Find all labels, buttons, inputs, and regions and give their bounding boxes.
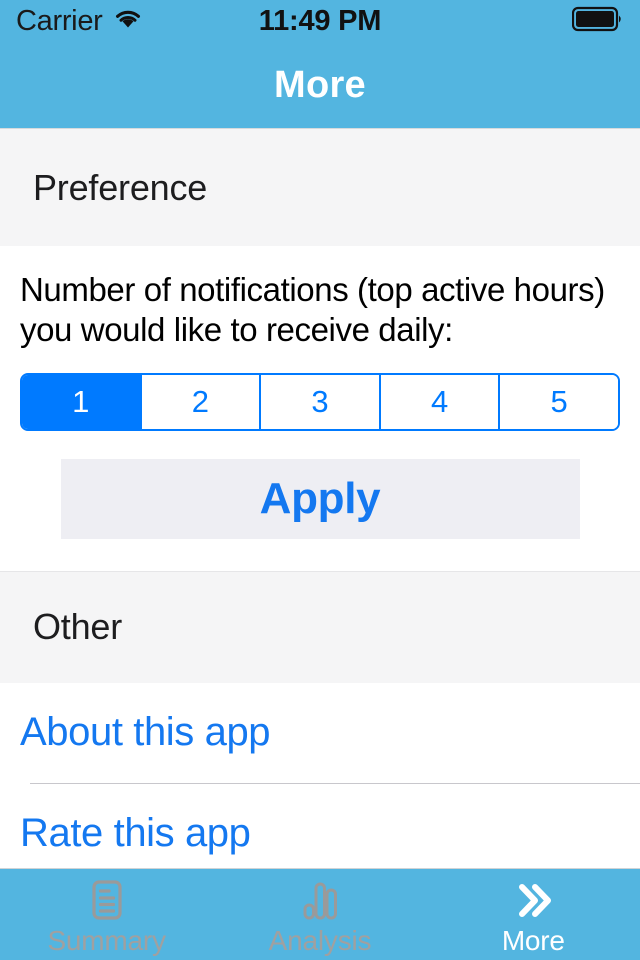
tab-more[interactable]: More [427, 869, 640, 960]
list-item-about-this-app[interactable]: About this app [0, 682, 640, 783]
section-header-preference: Preference [0, 128, 640, 246]
segment-option-4[interactable]: 4 [380, 374, 501, 429]
tab-summary[interactable]: Summary [0, 869, 213, 960]
apply-button[interactable]: Apply [60, 458, 580, 539]
tab-more-label: More [501, 925, 565, 956]
other-list: About this app Rate this app [0, 682, 640, 884]
section-header-preference-label: Preference [33, 166, 208, 208]
segment-option-5[interactable]: 5 [500, 374, 618, 429]
apply-button-container: Apply [0, 458, 640, 539]
tab-summary-label: Summary [47, 925, 166, 956]
document-list-icon [83, 877, 131, 925]
segment-option-2[interactable]: 2 [141, 374, 262, 429]
status-bar-right [571, 6, 624, 37]
status-bar: Carrier 11:49 PM [0, 0, 640, 42]
tab-bar: Summary Analysis More [0, 868, 640, 960]
segment-option-3[interactable]: 3 [261, 374, 381, 429]
apply-button-label: Apply [259, 473, 381, 523]
section-header-other-label: Other [33, 606, 123, 647]
segment-option-1[interactable]: 1 [22, 374, 142, 429]
battery-full-icon [571, 6, 624, 37]
tab-analysis[interactable]: Analysis [213, 869, 426, 960]
double-chevron-right-icon [509, 877, 557, 925]
tab-analysis-label: Analysis [268, 925, 372, 956]
status-bar-time: 11:49 PM [258, 4, 382, 37]
list-item-about-label: About this app [20, 710, 271, 754]
list-item-rate-label: Rate this app [20, 811, 251, 855]
preference-section-body: Number of notifications (top active hour… [0, 246, 640, 571]
bar-chart-icon [296, 877, 344, 925]
content-area: Preference Number of notifications (top … [0, 128, 640, 884]
app-screen: Carrier 11:49 PM More Preference Number … [0, 0, 640, 960]
notification-count-segmented-control[interactable]: 1 2 3 4 5 [20, 372, 620, 431]
notifications-description: Number of notifications (top active hour… [20, 271, 605, 349]
page-title: More [274, 63, 366, 106]
preference-section-spacer [0, 538, 640, 571]
section-header-other: Other [0, 570, 640, 683]
navigation-bar: More [0, 42, 640, 128]
